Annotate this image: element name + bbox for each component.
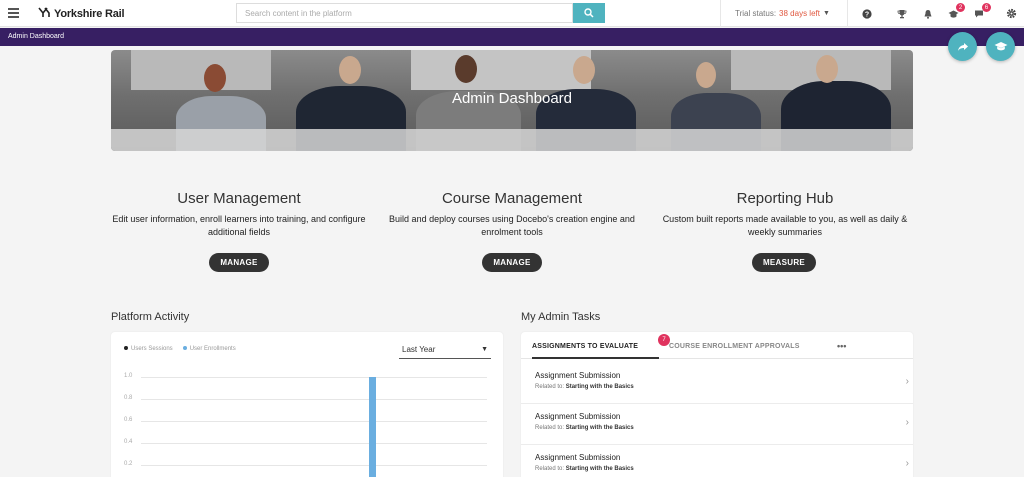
user-management-description: Edit user information, enroll learners i… (112, 214, 366, 237)
search-icon (584, 8, 594, 18)
legend-label: Users Sessions (131, 346, 173, 352)
courses-alerts-button[interactable]: 2 (940, 0, 966, 27)
search-button[interactable] (573, 3, 605, 23)
related-label: Related to: (535, 384, 565, 390)
related-course: Starting with the Basics (565, 384, 634, 390)
trial-label: Trial status: (735, 9, 777, 18)
achievements-button[interactable] (889, 0, 915, 27)
y-tick-label: 0.8 (124, 395, 133, 401)
hero-banner: Admin Dashboard (111, 50, 913, 151)
chevron-right-icon: › (905, 458, 909, 469)
task-related: Related to: Starting with the Basics (535, 466, 634, 472)
reporting-hub-description: Custom built reports made available to y… (662, 214, 908, 237)
settings-button[interactable] (998, 0, 1024, 27)
related-label: Related to: (535, 466, 565, 472)
more-tabs-button[interactable]: ••• (837, 341, 846, 351)
gridline (141, 465, 487, 466)
task-title: Assignment Submission (535, 371, 621, 380)
learning-button[interactable] (986, 32, 1015, 61)
active-tab-indicator (532, 357, 659, 359)
messages-count-badge: 6 (982, 3, 991, 12)
course-management-title: Course Management (441, 190, 583, 207)
reporting-hub-measure-button[interactable]: MEASURE (752, 253, 816, 272)
course-management-section: Course Management Build and deploy cours… (382, 190, 642, 239)
course-management-description: Build and deploy courses using Docebo's … (389, 214, 635, 237)
gridline (141, 421, 487, 422)
tab-course-enrollment-approvals[interactable]: COURSE ENROLLMENT APPROVALS (669, 343, 800, 350)
user-management-title: User Management (177, 190, 301, 207)
search-input[interactable]: Search content in the platform (236, 3, 573, 23)
top-bar: Yorkshire Rail Search content in the pla… (0, 0, 1024, 27)
list-item[interactable]: Assignment Submission Related to: Starti… (521, 404, 913, 445)
chevron-right-icon: › (905, 376, 909, 387)
admin-tasks-title: My Admin Tasks (521, 311, 601, 323)
graduation-cap-icon (994, 42, 1007, 51)
legend-item-enrollments[interactable]: User Enrollments (182, 346, 236, 352)
admin-breadcrumb-bar: Admin Dashboard (0, 28, 1024, 46)
platform-activity-title: Platform Activity (111, 311, 190, 323)
chart-legend: Users Sessions User Enrollments (124, 346, 236, 352)
legend-dot (124, 346, 128, 351)
task-related: Related to: Starting with the Basics (535, 425, 634, 431)
gear-icon (1006, 8, 1016, 19)
task-related: Related to: Starting with the Basics (535, 384, 634, 390)
notifications-count-badge: 2 (956, 3, 965, 12)
gridline (141, 399, 487, 400)
menu-icon[interactable] (8, 8, 19, 18)
y-tick-label: 0.2 (124, 461, 133, 467)
trophy-icon (897, 9, 907, 18)
help-icon: ? (862, 8, 872, 19)
admin-tasks-card: ASSIGNMENTS TO EVALUATE 7 COURSE ENROLLM… (521, 332, 913, 477)
gridline (141, 443, 487, 444)
y-tick-label: 0.6 (124, 417, 133, 423)
help-button[interactable]: ? (854, 0, 880, 27)
logo-mark-icon (38, 7, 51, 21)
platform-activity-card: Users Sessions User Enrollments Last Yea… (111, 332, 503, 477)
chevron-down-icon: ▼ (481, 346, 488, 353)
related-course: Starting with the Basics (565, 425, 634, 431)
reporting-hub-title: Reporting Hub (736, 190, 834, 207)
enrollments-bar[interactable] (369, 377, 376, 477)
period-select[interactable]: Last Year ▼ (399, 345, 491, 359)
svg-text:?: ? (865, 11, 869, 18)
legend-item-sessions[interactable]: Users Sessions (124, 346, 173, 352)
related-label: Related to: (535, 425, 565, 431)
y-tick-label: 0.4 (124, 439, 133, 445)
logo-text: Yorkshire Rail (54, 8, 125, 20)
trial-status[interactable]: Trial status: 38 days left ▼ (720, 0, 848, 27)
bell-icon (924, 9, 932, 19)
related-course: Starting with the Basics (565, 466, 634, 472)
share-button[interactable] (948, 32, 977, 61)
share-arrow-icon (957, 42, 968, 51)
list-item[interactable]: Assignment Submission Related to: Starti… (521, 445, 913, 477)
legend-label: User Enrollments (189, 346, 236, 352)
period-select-value: Last Year (402, 345, 436, 354)
notifications-button[interactable] (915, 0, 941, 27)
admin-tasks-tabs: ASSIGNMENTS TO EVALUATE 7 COURSE ENROLLM… (521, 332, 913, 359)
trial-days: 38 days left (779, 9, 820, 18)
user-management-manage-button[interactable]: MANAGE (209, 253, 269, 272)
task-title: Assignment Submission (535, 412, 621, 421)
messages-button[interactable]: 6 (966, 0, 992, 27)
reporting-hub-section: Reporting Hub Custom built reports made … (655, 190, 915, 239)
logo[interactable]: Yorkshire Rail (38, 7, 125, 21)
chevron-down-icon: ▼ (822, 10, 830, 17)
gridline (141, 377, 487, 378)
tab-assignments-to-evaluate[interactable]: ASSIGNMENTS TO EVALUATE (532, 343, 638, 350)
hero-title: Admin Dashboard (451, 90, 573, 107)
list-item[interactable]: Assignment Submission Related to: Starti… (521, 363, 913, 404)
course-management-manage-button[interactable]: MANAGE (482, 253, 542, 272)
chevron-right-icon: › (905, 417, 909, 428)
user-management-section: User Management Edit user information, e… (109, 190, 369, 239)
legend-dot (182, 346, 187, 351)
task-title: Assignment Submission (535, 453, 621, 462)
y-tick-label: 1.0 (124, 373, 133, 379)
